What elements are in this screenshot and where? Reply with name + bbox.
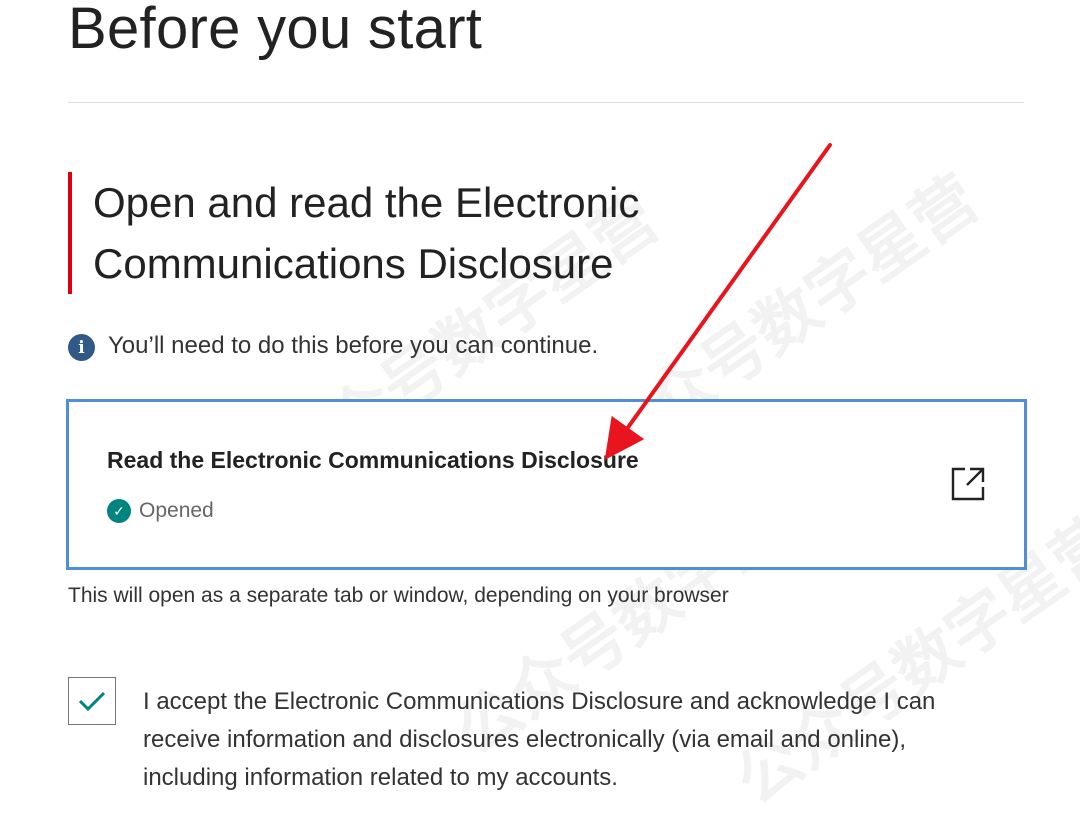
external-link-icon: [951, 467, 985, 501]
disclosure-link-card[interactable]: Read the Electronic Communications Discl…: [66, 399, 1027, 570]
consent-checkbox[interactable]: [68, 677, 116, 725]
divider: [68, 102, 1024, 103]
page-title: Before you start: [68, 0, 483, 61]
checkmark-icon: [78, 691, 106, 712]
section-heading-line1: Open and read the Electronic: [93, 179, 640, 226]
section-heading: Open and read the Electronic Communicati…: [68, 172, 793, 294]
opened-status-text: Opened: [139, 499, 214, 522]
info-icon: i: [68, 334, 95, 361]
consent-row: I accept the Electronic Communications D…: [68, 677, 993, 797]
info-notice: i You’ll need to do this before you can …: [68, 330, 598, 361]
info-notice-text: You’ll need to do this before you can co…: [108, 331, 599, 359]
disclosure-link-title: Read the Electronic Communications Discl…: [107, 447, 639, 473]
opened-status: ✓ Opened: [107, 499, 214, 523]
helper-text: This will open as a separate tab or wind…: [68, 584, 729, 607]
check-circle-icon: ✓: [107, 499, 131, 523]
section-heading-line2: Communications Disclosure: [93, 240, 614, 287]
consent-label: I accept the Electronic Communications D…: [143, 688, 936, 791]
